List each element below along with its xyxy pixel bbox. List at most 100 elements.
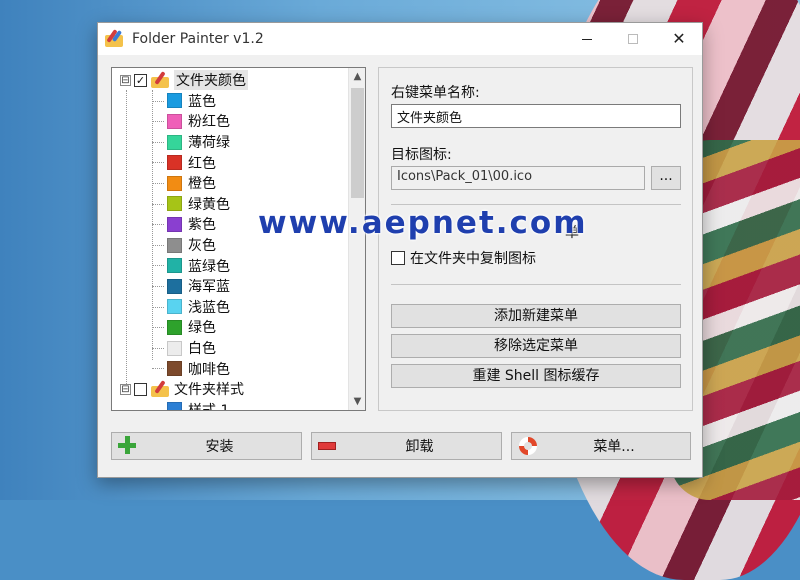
tree-child-label: 白色 (188, 341, 216, 358)
scroll-thumb[interactable] (351, 88, 364, 198)
color-swatch-icon (167, 175, 182, 191)
remove-menu-button[interactable]: 移除选定菜单 (391, 334, 681, 358)
tree-root-label: 文件夹样式 (174, 382, 244, 399)
root-checkbox[interactable] (134, 382, 147, 396)
tree-child-label: 蓝绿色 (188, 258, 230, 275)
tree-branch-line (152, 368, 164, 370)
tree-child-label: 绿黄色 (188, 196, 230, 213)
tree-child-item[interactable]: 橙色 (112, 173, 348, 194)
tree-child-item[interactable]: 粉红色 (112, 111, 348, 132)
tree-child-item[interactable]: 红色 (112, 152, 348, 173)
tree-child-label: 灰色 (188, 238, 216, 255)
color-swatch-icon (167, 237, 182, 253)
tree-child-item[interactable]: 样式 1 (112, 400, 348, 410)
color-swatch-icon (167, 134, 182, 150)
maximize-icon (628, 34, 638, 44)
tree-child-label: 紫色 (188, 217, 216, 234)
color-swatch-icon (167, 258, 182, 274)
tree-child-label: 绿色 (188, 320, 216, 337)
tree-child-item[interactable]: 咖啡色 (112, 358, 348, 379)
title-bar[interactable]: Folder Painter v1.2 ✕ (98, 23, 702, 55)
browse-button[interactable]: ... (651, 166, 681, 190)
tree-child-item[interactable]: 浅蓝色 (112, 297, 348, 318)
target-icon-label: 目标图标: (391, 147, 452, 163)
tree-child-label: 橙色 (188, 176, 216, 193)
tree-child-item[interactable]: 蓝色 (112, 91, 348, 112)
copy-icon-checkbox[interactable]: 在文件夹中复制图标 (391, 248, 536, 268)
tree-branch-line (152, 306, 164, 308)
color-swatch-icon (167, 319, 182, 335)
color-swatch-icon (167, 299, 182, 315)
color-swatch-icon (167, 196, 182, 212)
menu-name-input[interactable]: 文件夹颜色 (391, 104, 681, 128)
color-swatch-icon (167, 113, 182, 129)
folder-brush-icon (149, 380, 171, 398)
add-menu-button[interactable]: 添加新建菜单 (391, 304, 681, 328)
tree-child-label: 浅蓝色 (188, 299, 230, 316)
tree-child-label: 海军蓝 (188, 279, 230, 296)
tree-child-label: 粉红色 (188, 114, 230, 131)
tree-branch-line (152, 182, 164, 184)
scroll-up-icon[interactable]: ▲ (349, 68, 365, 85)
uninstall-label: 卸载 (405, 439, 434, 455)
install-label: 安装 (205, 439, 234, 455)
tree-child-label: 咖啡色 (188, 361, 230, 378)
menu-label: 菜单... (593, 439, 635, 455)
color-swatch-icon (167, 216, 182, 232)
install-button[interactable]: 安装 (111, 432, 302, 460)
tree-child-label: 样式 1 (188, 400, 229, 410)
lifebuoy-icon (518, 436, 538, 456)
tree-branch-line (152, 162, 164, 164)
separator (391, 284, 681, 285)
tree-root-label: 文件夹颜色 (174, 70, 248, 91)
tree-child-label: 薄荷绿 (188, 135, 230, 152)
color-swatch-icon (167, 340, 182, 356)
tree-branch-line (152, 347, 164, 349)
tree-child-item[interactable]: 薄荷绿 (112, 132, 348, 153)
plus-icon (118, 436, 138, 456)
folder-brush-icon (149, 71, 171, 89)
tree-root-folder-colors[interactable]: ⊟ ✓ 文件夹颜色 (112, 70, 348, 91)
rebuild-icon-cache-button[interactable]: 重建 Shell 图标缓存 (391, 364, 681, 388)
color-swatch-icon (167, 402, 182, 410)
checkbox-box[interactable] (391, 251, 405, 265)
copy-icon-label: 在文件夹中复制图标 (410, 251, 536, 267)
color-swatch-icon (167, 361, 182, 377)
uninstall-button[interactable]: 卸载 (311, 432, 502, 460)
tree-child-label: 红色 (188, 155, 216, 172)
tree-branch-line (152, 409, 164, 410)
root-checkbox[interactable]: ✓ (134, 73, 147, 87)
tree-branch-line (152, 224, 164, 226)
tree-branch-line (152, 244, 164, 246)
minimize-button[interactable] (564, 23, 610, 55)
tree-branch-line (152, 327, 164, 329)
menu-name-label: 右键菜单名称: (391, 85, 480, 101)
tree-root-folder-styles[interactable]: ⊟ 文件夹样式 (112, 379, 348, 400)
tree-child-item[interactable]: 白色 (112, 338, 348, 359)
color-swatch-icon (167, 155, 182, 171)
tree-child-item[interactable]: 海军蓝 (112, 276, 348, 297)
target-icon-field[interactable]: Icons\Pack_01\00.ico (391, 166, 645, 190)
maximize-button[interactable] (610, 23, 656, 55)
collapse-icon[interactable]: ⊟ (120, 383, 131, 395)
close-button[interactable]: ✕ (656, 23, 702, 55)
folder-painter-app-icon (104, 29, 124, 49)
color-swatch-icon (167, 278, 182, 294)
collapse-icon[interactable]: ⊟ (120, 74, 131, 86)
folder-painter-window: Folder Painter v1.2 ✕ ⊟ ✓ 文件夹颜色 蓝色粉红色薄荷绿… (97, 22, 703, 478)
tree-branch-line (152, 121, 164, 123)
tree-child-item[interactable]: 绿色 (112, 317, 348, 338)
tree-branch-line (152, 203, 164, 205)
tree-branch-line (152, 141, 164, 143)
minimize-icon (582, 38, 592, 40)
watermark-text: www.aepnet.com (258, 205, 588, 241)
tree-branch-line (152, 265, 164, 267)
tree-child-item[interactable]: 蓝绿色 (112, 255, 348, 276)
tree-branch-line (152, 100, 164, 102)
scroll-down-icon[interactable]: ▼ (349, 393, 365, 410)
close-icon: ✕ (672, 29, 686, 48)
color-swatch-icon (167, 93, 182, 109)
minus-icon (318, 436, 338, 456)
window-title: Folder Painter v1.2 (132, 31, 264, 47)
menu-button[interactable]: 菜单... (511, 432, 691, 460)
